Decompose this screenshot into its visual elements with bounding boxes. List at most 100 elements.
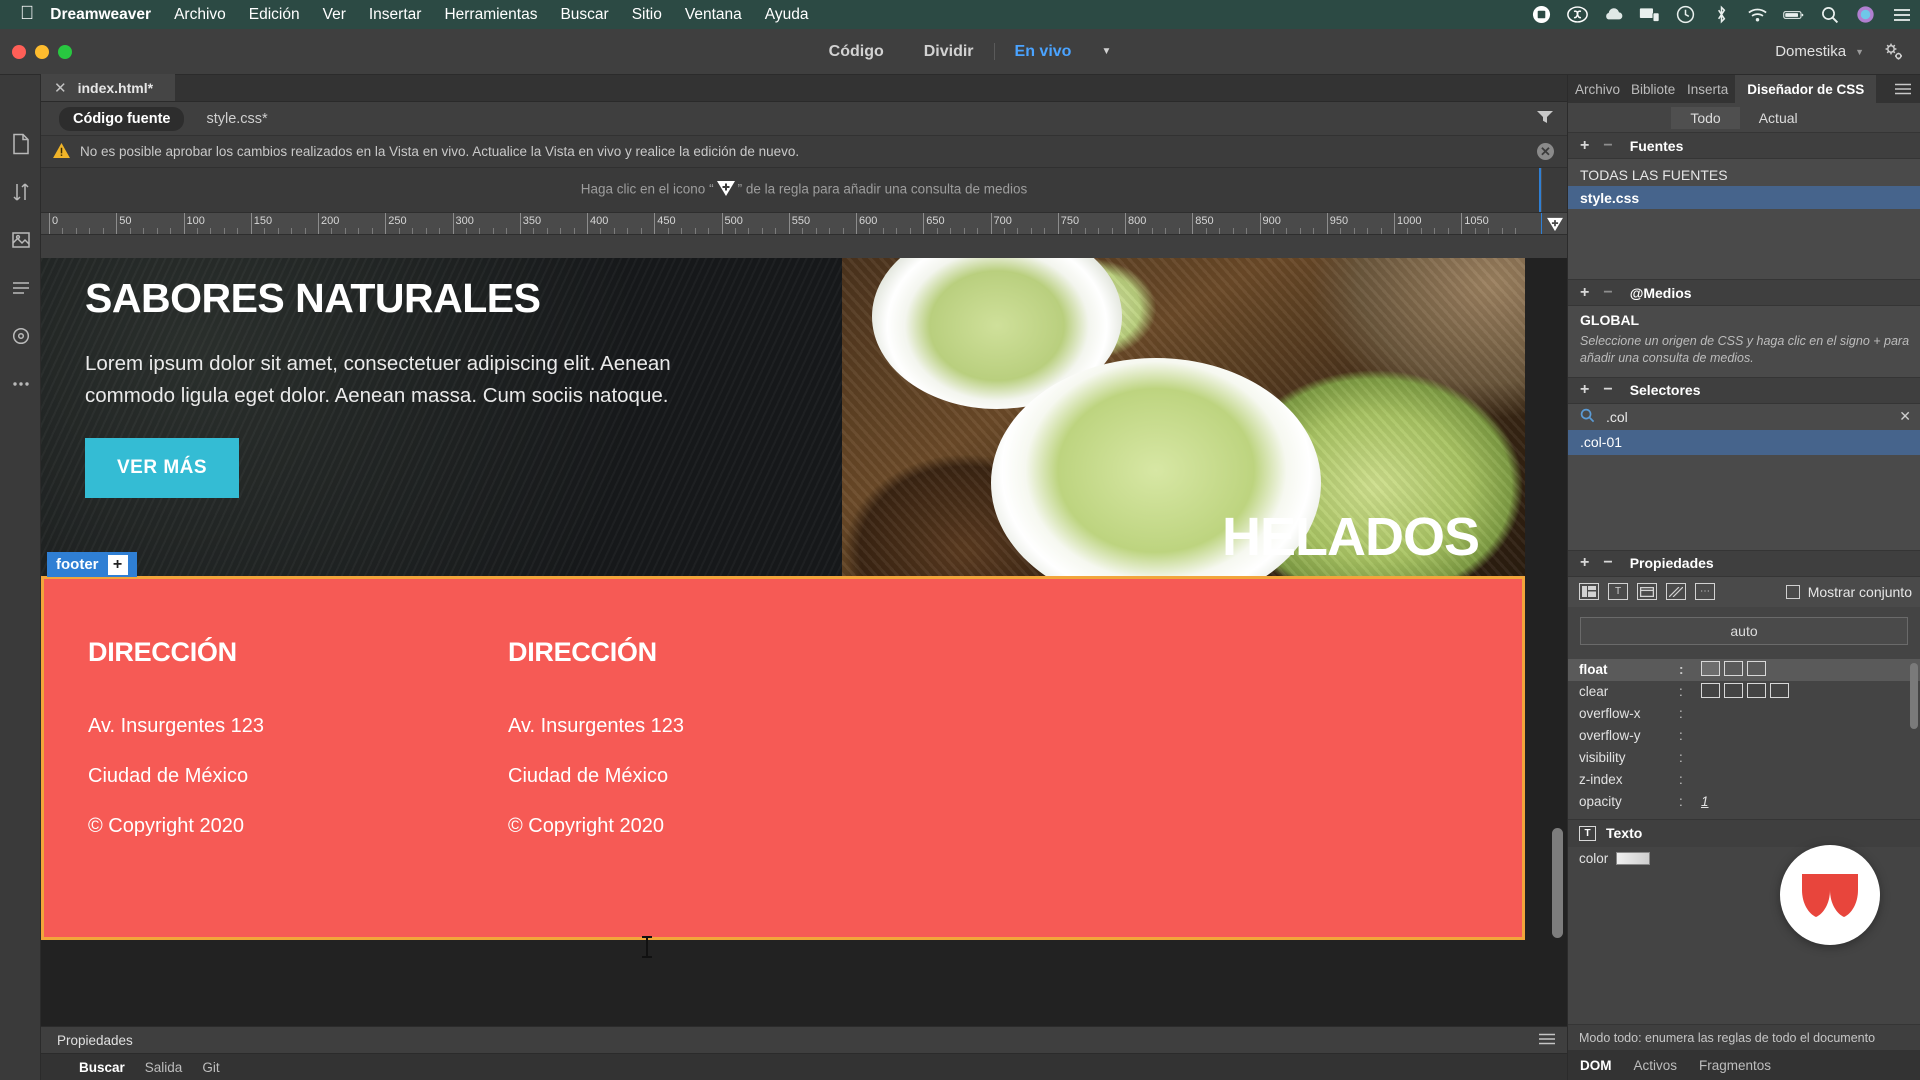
- bottom-tab-git[interactable]: Git: [202, 1060, 219, 1075]
- properties-panel-header[interactable]: Propiedades: [41, 1026, 1567, 1053]
- bottom-tab-dom[interactable]: DOM: [1580, 1058, 1612, 1073]
- time-machine-icon[interactable]: [1675, 4, 1696, 25]
- source-item-style-css[interactable]: style.css: [1568, 186, 1920, 209]
- close-circle-icon[interactable]: ✕: [1537, 143, 1554, 160]
- menu-dreamweaver[interactable]: Dreamweaver: [50, 6, 151, 24]
- live-view-viewport[interactable]: SABORES NATURALES Lorem ipsum dolor sit …: [41, 258, 1567, 1042]
- menu-ventana[interactable]: Ventana: [685, 6, 742, 24]
- view-mode-en-vivo[interactable]: En vivo: [995, 43, 1092, 61]
- segment-todo[interactable]: Todo: [1671, 106, 1740, 129]
- color-swatch[interactable]: [1616, 852, 1651, 866]
- minus-icon[interactable]: −: [1603, 381, 1612, 399]
- control-center-icon[interactable]: [1891, 4, 1912, 25]
- plus-icon[interactable]: +: [1580, 284, 1589, 302]
- menu-sitio[interactable]: Sitio: [632, 6, 662, 24]
- selector-search-row[interactable]: .col ✕: [1568, 403, 1920, 430]
- property-row-opacity[interactable]: opacity : 1: [1568, 791, 1920, 813]
- footer-section[interactable]: footer + DIRECCIÓN Av. Insurgentes 123 C…: [41, 552, 1525, 940]
- bluetooth-icon[interactable]: [1711, 4, 1732, 25]
- properties-scrollbar[interactable]: [1910, 662, 1918, 729]
- bottom-tab-activos[interactable]: Activos: [1634, 1058, 1678, 1073]
- element-badge-footer[interactable]: footer +: [47, 552, 137, 577]
- property-row-overflow-y[interactable]: overflow-y :: [1568, 725, 1920, 747]
- minus-icon[interactable]: −: [1603, 284, 1612, 302]
- creative-cloud-icon[interactable]: [1567, 4, 1588, 25]
- menu-herramientas[interactable]: Herramientas: [444, 6, 537, 24]
- snippets-icon[interactable]: [0, 264, 41, 312]
- close-icon[interactable]: ✕: [1899, 408, 1911, 425]
- ruler-end-handle[interactable]: [1541, 213, 1567, 234]
- source-item-todas-las-fuentes[interactable]: TODAS LAS FUENTES: [1568, 163, 1920, 186]
- wifi-icon[interactable]: [1747, 4, 1768, 25]
- git-icon[interactable]: [0, 168, 41, 216]
- more-icon[interactable]: ⋯: [1695, 583, 1715, 601]
- clear-left-button[interactable]: [1701, 682, 1724, 701]
- footer-column-01[interactable]: DIRECCIÓN Av. Insurgentes 123 Ciudad de …: [88, 637, 508, 838]
- background-icon[interactable]: [1666, 583, 1686, 601]
- menu-ver[interactable]: Ver: [323, 6, 346, 24]
- document-tab-index-html[interactable]: ✕ index.html*: [41, 74, 176, 101]
- border-icon[interactable]: [1637, 583, 1657, 601]
- workspace-switcher[interactable]: Domestika ▼: [1775, 43, 1864, 60]
- plus-icon[interactable]: +: [1580, 381, 1589, 399]
- cloud-icon[interactable]: [1603, 4, 1624, 25]
- tab-style-css[interactable]: style.css*: [192, 107, 281, 131]
- minus-icon[interactable]: −: [1603, 554, 1612, 572]
- show-set-toggle[interactable]: Mostrar conjunto: [1785, 584, 1912, 600]
- bottom-tab-fragmentos[interactable]: Fragmentos: [1699, 1058, 1771, 1073]
- dreamweaver-logo-icon[interactable]: [1780, 845, 1880, 945]
- gear-icon[interactable]: [1882, 40, 1906, 64]
- menu-insertar[interactable]: Insertar: [369, 6, 422, 24]
- close-icon[interactable]: ✕: [54, 79, 67, 97]
- section-header-texto[interactable]: T Texto: [1568, 818, 1920, 847]
- tab-biblioteca[interactable]: Bibliote: [1624, 75, 1680, 103]
- plus-icon[interactable]: +: [1580, 554, 1589, 572]
- plus-icon[interactable]: +: [107, 554, 128, 575]
- minus-icon[interactable]: −: [1603, 137, 1612, 155]
- clear-none-button[interactable]: [1770, 682, 1793, 701]
- tab-insertar[interactable]: Inserta: [1680, 75, 1735, 103]
- segment-actual[interactable]: Actual: [1740, 107, 1817, 129]
- tab-archivo[interactable]: Archivo: [1568, 75, 1624, 103]
- float-none-button[interactable]: [1747, 660, 1770, 679]
- dom-icon[interactable]: [0, 312, 41, 360]
- checkbox[interactable]: [1785, 584, 1800, 599]
- panel-menu-icon[interactable]: [1539, 1032, 1555, 1048]
- menu-ayuda[interactable]: Ayuda: [765, 6, 809, 24]
- record-icon[interactable]: [1531, 4, 1552, 25]
- layout-icon[interactable]: [1579, 583, 1599, 601]
- tab-disenador-de-css[interactable]: Diseñador de CSS: [1735, 75, 1877, 103]
- screen-share-icon[interactable]: [1639, 4, 1660, 25]
- media-query-add-icon[interactable]: [716, 180, 736, 200]
- view-mode-dividir[interactable]: Dividir: [904, 43, 994, 61]
- battery-icon[interactable]: [1783, 4, 1804, 25]
- float-right-button[interactable]: [1724, 660, 1747, 679]
- clear-right-button[interactable]: [1724, 682, 1747, 701]
- property-row-visibility[interactable]: visibility :: [1568, 747, 1920, 769]
- plus-icon[interactable]: +: [1580, 137, 1589, 155]
- property-row-float[interactable]: float :: [1568, 658, 1920, 681]
- ver-mas-button[interactable]: VER MÁS: [85, 437, 240, 498]
- menu-archivo[interactable]: Archivo: [174, 6, 226, 24]
- menu-buscar[interactable]: Buscar: [560, 6, 608, 24]
- siri-icon[interactable]: [1855, 4, 1876, 25]
- auto-value-field[interactable]: auto: [1580, 616, 1908, 645]
- live-view-scrollbar[interactable]: [1552, 828, 1563, 938]
- property-row-overflow-x[interactable]: overflow-x :: [1568, 703, 1920, 725]
- float-left-button[interactable]: [1701, 660, 1724, 679]
- hero-section[interactable]: SABORES NATURALES Lorem ipsum dolor sit …: [41, 258, 1525, 576]
- chevron-down-icon[interactable]: ▼: [1101, 46, 1111, 57]
- filter-icon[interactable]: [1537, 110, 1553, 127]
- tab-codigo-fuente[interactable]: Código fuente: [59, 106, 185, 131]
- menu-edicion[interactable]: Edición: [249, 6, 300, 24]
- footer-column-02[interactable]: DIRECCIÓN Av. Insurgentes 123 Ciudad de …: [508, 637, 928, 838]
- bottom-tab-salida[interactable]: Salida: [145, 1060, 183, 1075]
- horizontal-ruler[interactable]: 0 50 100 150 200 250 300 350 400 450 500 550 600 650 7…: [41, 213, 1567, 235]
- assets-icon[interactable]: [0, 216, 41, 264]
- property-row-clear[interactable]: clear :: [1568, 681, 1920, 703]
- view-mode-codigo[interactable]: Código: [809, 43, 904, 61]
- clear-both-button[interactable]: [1747, 682, 1770, 701]
- selector-search-input[interactable]: .col: [1606, 409, 1628, 425]
- text-icon[interactable]: T: [1608, 583, 1628, 601]
- more-options-icon[interactable]: [0, 360, 41, 408]
